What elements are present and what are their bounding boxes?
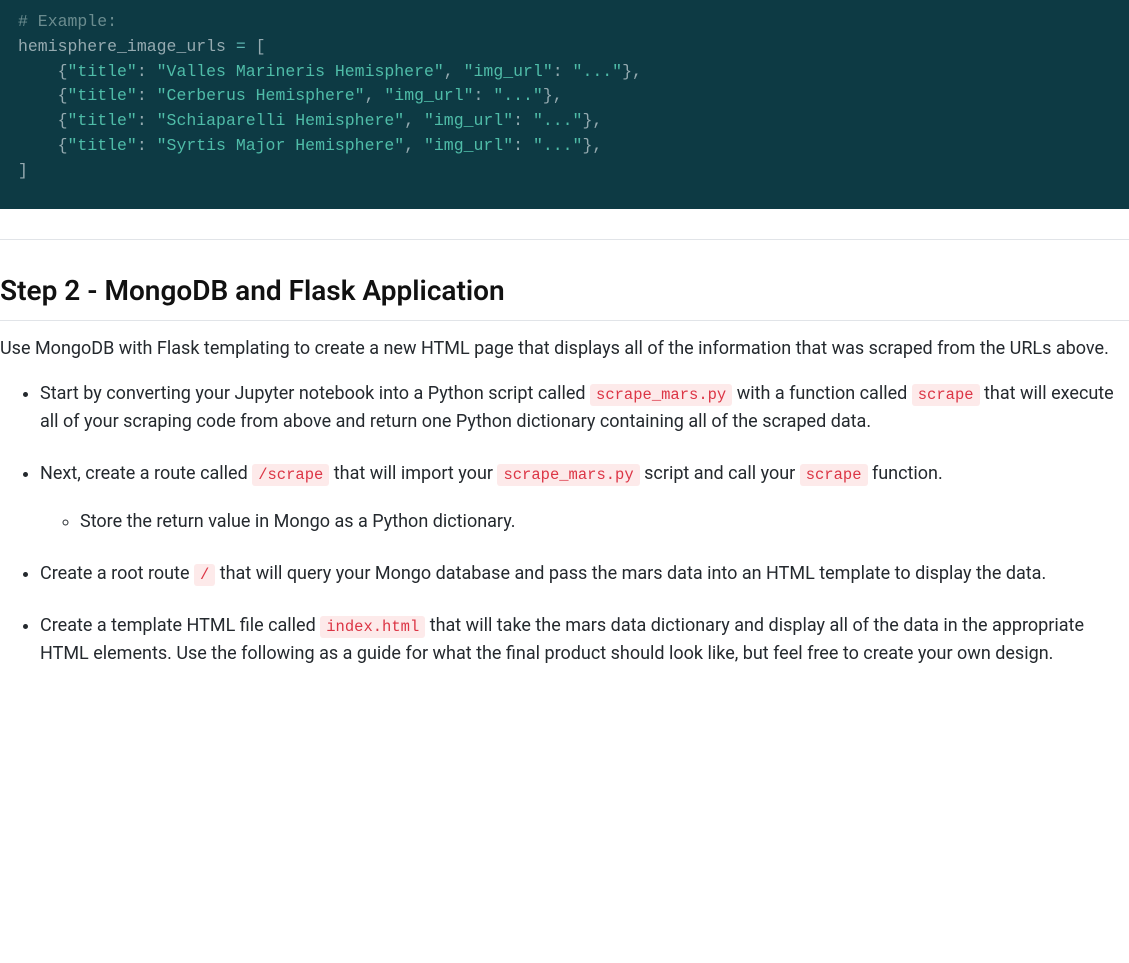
sub-list: Store the return value in Mongo as a Pyt… (40, 508, 1129, 536)
code-url-val: "..." (573, 62, 623, 81)
step-heading: Step 2 - MongoDB and Flask Application (0, 270, 1129, 321)
list-text-fragment: with a function called (732, 383, 912, 404)
list-item: Start by converting your Jupyter noteboo… (40, 380, 1129, 436)
code-open-bracket: [ (256, 37, 266, 56)
code-title-val: "Valles Marineris Hemisphere" (157, 62, 444, 81)
list-text-fragment: that will import your (329, 463, 497, 484)
inline-code: scrape_mars.py (590, 384, 732, 406)
inline-code: scrape_mars.py (497, 464, 639, 486)
code-comment: # Example: (18, 12, 117, 31)
list-item: Next, create a route called /scrape that… (40, 460, 1129, 536)
inline-code: scrape (912, 384, 980, 406)
code-close-bracket: ] (18, 161, 28, 180)
list-text-fragment: function. (868, 463, 943, 484)
section-divider (0, 239, 1129, 240)
list-text-fragment: Next, create a route called (40, 463, 252, 484)
inline-code: index.html (320, 616, 425, 638)
intro-paragraph: Use MongoDB with Flask templating to cre… (0, 335, 1129, 362)
code-op: = (236, 37, 246, 56)
list-item: Create a root route / that will query yo… (40, 560, 1129, 588)
code-title-key: "title" (68, 62, 137, 81)
list-item: Create a template HTML file called index… (40, 612, 1129, 668)
sub-list-item: Store the return value in Mongo as a Pyt… (80, 508, 1129, 536)
code-url-key: "img_url" (464, 62, 553, 81)
list-text-fragment: Create a root route (40, 563, 194, 584)
inline-code: /scrape (252, 464, 329, 486)
document-page: # Example: hemisphere_image_urls = [ {"t… (0, 0, 1129, 731)
inline-code: / (194, 564, 215, 586)
list-text-fragment: that will query your Mongo database and … (215, 563, 1046, 584)
list-text-fragment: Create a template HTML file called (40, 615, 320, 636)
code-var: hemisphere_image_urls (18, 37, 226, 56)
list-text-fragment: script and call your (640, 463, 800, 484)
example-code-block: # Example: hemisphere_image_urls = [ {"t… (0, 0, 1129, 209)
instruction-list: Start by converting your Jupyter noteboo… (0, 380, 1129, 667)
inline-code: scrape (800, 464, 868, 486)
list-text-fragment: Start by converting your Jupyter noteboo… (40, 383, 590, 404)
